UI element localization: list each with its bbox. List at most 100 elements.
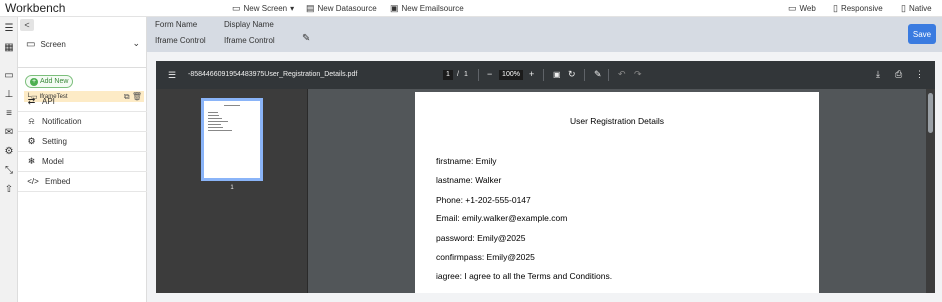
responsive-view-button[interactable]: ▯ Responsive <box>833 3 883 14</box>
compress-icon[interactable]: ⤡ <box>3 164 15 176</box>
edit-pencil-icon[interactable]: ✎ <box>302 33 310 44</box>
arrows-exchange-icon: ⇄ <box>27 96 36 106</box>
chevron-down-icon: ⌄ <box>132 38 140 48</box>
web-view-label: Web <box>799 4 816 13</box>
icon-rail: ☰ ▦ ▭ ⊥ ≡ ✉ ⚙ ⤡ ⇧ <box>0 17 18 302</box>
page-thumbnail[interactable] <box>201 98 263 181</box>
form-name-value: Iframe Control <box>155 36 206 45</box>
form-name-label: Form Name <box>155 20 198 29</box>
database-icon[interactable]: ≡ <box>3 107 15 119</box>
sitemap-icon[interactable]: ⊥ <box>3 88 15 100</box>
sidebar-item-setting[interactable]: ⚙ Setting <box>18 132 147 152</box>
rotate-icon[interactable]: ↻ <box>568 69 576 80</box>
save-button[interactable]: Save <box>908 24 936 44</box>
zoom-in-icon[interactable]: + <box>529 69 534 79</box>
thumbnail-page-number: 1 <box>230 185 234 191</box>
document-title: User Registration Details <box>569 116 664 126</box>
sidebar-item-model[interactable]: ❄ Model <box>18 152 147 172</box>
sidebar-item-label: Embed <box>45 177 71 186</box>
app-title: Workbench <box>5 1 66 15</box>
thumbnail-text-line <box>208 112 218 113</box>
thumbnail-text-line <box>208 130 232 131</box>
redo-icon[interactable]: ↷ <box>634 69 642 80</box>
pdf-page: User Registration Details firstname: Emi… <box>415 92 819 293</box>
document-line: Email: emily.walker@example.com <box>436 213 568 223</box>
toolbar-divider <box>478 69 479 81</box>
print-icon[interactable]: ⎙ <box>895 69 902 80</box>
native-view-button[interactable]: ▯ Native <box>901 3 932 14</box>
pdf-toolbar: ☰ -8584466091954483975User_Registration_… <box>156 61 935 89</box>
table-grid-icon[interactable]: ▦ <box>3 41 15 53</box>
code-icon: </> <box>27 177 39 186</box>
native-view-label: Native <box>908 4 932 13</box>
sidebar-toggle-icon[interactable]: ☰ <box>168 70 176 81</box>
email-icon: ▣ <box>390 3 399 13</box>
document-line: lastname: Walker <box>436 175 502 185</box>
pdf-document-area: User Registration Details firstname: Emi… <box>308 89 935 293</box>
new-emailsource-label: New Emailsource <box>401 4 464 13</box>
add-new-button[interactable]: + Add New <box>25 75 74 88</box>
document-line: confirmpass: Emily@2025 <box>436 252 535 262</box>
new-screen-label: New Screen <box>243 4 288 13</box>
fit-page-icon[interactable]: ▣ <box>553 70 561 79</box>
monitor-icon: ▭ <box>26 38 36 50</box>
plus-icon: + <box>30 77 38 86</box>
thumbnail-text-line <box>208 127 223 128</box>
sidebar-item-embed[interactable]: </> Embed <box>18 172 147 192</box>
database-icon: ▤ <box>306 3 315 13</box>
thumbnail-text-line <box>208 124 221 125</box>
new-emailsource-button[interactable]: ▣ New Emailsource <box>390 3 464 14</box>
new-datasource-button[interactable]: ▤ New Datasource <box>306 3 377 14</box>
tablet-icon: ▯ <box>833 3 838 13</box>
upload-icon[interactable]: ⇧ <box>3 183 15 195</box>
monitor-icon: ▭ <box>232 3 241 13</box>
display-name-label: Display Name <box>224 20 274 29</box>
screen-select[interactable]: ▭ Screen ⌄ <box>26 37 144 51</box>
zoom-out-icon[interactable]: − <box>487 69 492 79</box>
email-icon[interactable]: ✉ <box>3 126 15 138</box>
sidebar-panel: < ▭ Screen ⌄ + Add New └▭ IframeTest ⧉ 🗑… <box>18 17 147 302</box>
toolbar-divider <box>608 69 609 81</box>
thumbnail-pane: 1 <box>156 89 308 293</box>
download-icon[interactable]: ⤓ <box>876 69 880 80</box>
thumbnail-text-line <box>208 118 222 119</box>
scrollbar-thumb[interactable] <box>928 93 933 133</box>
web-view-button[interactable]: ▭ Web <box>788 3 816 14</box>
divider <box>18 67 147 68</box>
toolbar-divider <box>584 69 585 81</box>
more-options-icon[interactable]: ⋮ <box>915 69 924 80</box>
page-total: 1 <box>464 71 468 78</box>
sidebar-item-label: Setting <box>42 137 67 146</box>
page-separator: / <box>457 71 459 78</box>
hamburger-menu-icon[interactable]: ☰ <box>3 22 15 34</box>
thumbnail-text-line <box>224 105 240 106</box>
document-line: Phone: +1-202-555-0147 <box>436 195 531 205</box>
toolbar-divider <box>543 69 544 81</box>
pdf-filename: -8584466091954483975User_Registration_De… <box>188 71 358 78</box>
document-line: password: Emily@2025 <box>436 233 526 243</box>
sidebar-item-api[interactable]: ⇄ API <box>18 92 147 112</box>
caret-down-icon: ▾ <box>290 4 295 13</box>
vertical-scrollbar[interactable] <box>926 89 935 293</box>
thumbnail-text-line <box>208 121 228 122</box>
document-line: iagree: I agree to all the Terms and Con… <box>436 271 613 281</box>
undo-icon[interactable]: ↶ <box>618 69 626 80</box>
responsive-view-label: Responsive <box>840 4 883 13</box>
document-line: firstname: Emily <box>436 156 497 166</box>
mobile-icon: ▯ <box>901 3 906 13</box>
gear-icon[interactable]: ⚙ <box>3 145 15 157</box>
new-screen-button[interactable]: ▭ New Screen ▾ <box>232 3 294 14</box>
sidebar-item-label: API <box>42 97 55 106</box>
annotate-pen-icon[interactable]: ✎ <box>594 69 602 80</box>
desktop-icon: ▭ <box>788 3 797 13</box>
top-bar: Workbench ▭ New Screen ▾ ▤ New Datasourc… <box>0 0 942 17</box>
iframe-pdf-viewer[interactable]: ☰ -8584466091954483975User_Registration_… <box>156 61 935 293</box>
add-new-label: Add New <box>40 78 69 85</box>
collapse-sidebar-button[interactable]: < <box>20 19 34 31</box>
desktop-icon[interactable]: ▭ <box>3 69 15 81</box>
sidebar-item-notification[interactable]: ⍾ Notification <box>18 112 147 132</box>
display-name-value: Iframe Control <box>224 36 275 45</box>
zoom-input[interactable]: 100% <box>499 70 523 80</box>
page-number-input[interactable]: 1 <box>443 70 453 80</box>
sidebar-item-label: Notification <box>42 117 82 126</box>
